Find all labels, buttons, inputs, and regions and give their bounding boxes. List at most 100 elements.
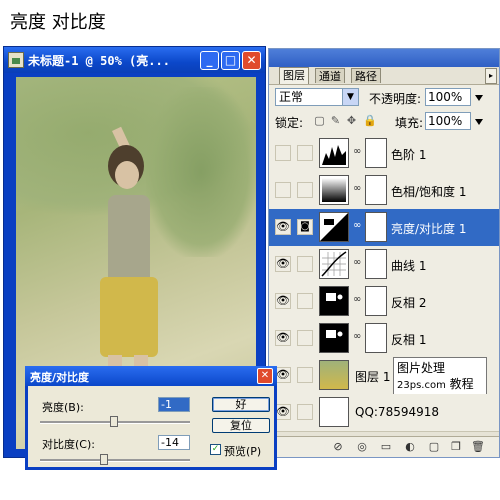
contrast-input[interactable]: -14: [158, 435, 190, 450]
visibility-toggle[interactable]: [275, 182, 291, 198]
opacity-dropdown-icon[interactable]: [475, 95, 483, 101]
chain-link-icon: ∞: [353, 294, 362, 305]
blend-mode-select[interactable]: 正常 ▼: [275, 88, 359, 106]
layer-link-toggle[interactable]: [297, 182, 313, 198]
invert-icon: [319, 323, 349, 353]
brightness-slider-thumb[interactable]: [110, 416, 118, 427]
watermark-logo: 图片处理 23ps.com 教程网: [393, 357, 487, 409]
layer-link-toggle[interactable]: [297, 256, 313, 272]
layer-name: 色相/饱和度 1: [391, 185, 467, 199]
layer-row-brightness-contrast[interactable]: 👁 ◙ ∞ 亮度/对比度 1: [269, 209, 499, 247]
brightness-contrast-icon: [319, 212, 349, 242]
contrast-slider-thumb[interactable]: [100, 454, 108, 465]
lock-position-icon[interactable]: ✥: [345, 114, 358, 127]
eye-icon[interactable]: 👁: [275, 256, 291, 272]
layer-row-levels[interactable]: ∞ 色阶 1: [269, 135, 499, 173]
layer-link-toggle[interactable]: [297, 330, 313, 346]
ok-button[interactable]: 好: [212, 397, 270, 412]
new-fill-adjustment-icon[interactable]: ◐: [403, 440, 417, 454]
layer-mask-thumb[interactable]: [365, 138, 387, 168]
eye-icon[interactable]: 👁: [275, 219, 291, 235]
new-layer-icon[interactable]: ❐: [449, 440, 463, 454]
document-title: 未标题-1 @ 50% (亮...: [28, 54, 170, 68]
dialog-title: 亮度/对比度: [30, 371, 90, 384]
new-group-icon[interactable]: ▢: [427, 440, 441, 454]
lock-pixels-icon[interactable]: ✎: [329, 114, 342, 127]
fill-input[interactable]: 100%: [425, 112, 471, 130]
opacity-label: 不透明度:: [369, 92, 422, 106]
eye-icon[interactable]: 👁: [275, 293, 291, 309]
close-button[interactable]: ✕: [242, 51, 261, 70]
preview-label[interactable]: 预览(P): [224, 443, 261, 459]
brightness-input[interactable]: -1: [158, 397, 190, 412]
tab-paths[interactable]: 路径: [351, 68, 381, 83]
girl-face: [115, 161, 139, 189]
maximize-button[interactable]: □: [221, 51, 240, 70]
layer-name: QQ:78594918: [355, 405, 440, 419]
contrast-slider-track[interactable]: [40, 459, 190, 462]
minimize-button[interactable]: _: [200, 51, 219, 70]
layer-mask-thumb[interactable]: [365, 249, 387, 279]
reset-button[interactable]: 复位: [212, 418, 270, 433]
add-layer-style-icon[interactable]: ◎: [355, 440, 369, 454]
delete-layer-icon[interactable]: 🗑: [471, 440, 485, 454]
contrast-label: 对比度(C):: [42, 438, 95, 451]
dialog-close-button[interactable]: ✕: [257, 368, 273, 384]
fill-label: 填充:: [395, 116, 424, 130]
layer-mask-thumb[interactable]: [365, 175, 387, 205]
girl-shorts: [100, 277, 158, 357]
eye-icon[interactable]: 👁: [275, 367, 291, 383]
blank-thumb: [319, 397, 349, 427]
layer-row-photo[interactable]: 👁 图层 1 图片处理 23ps.com 教程网: [269, 357, 499, 409]
dialog-titlebar[interactable]: 亮度/对比度 ✕: [25, 366, 277, 386]
chain-link-icon: ∞: [353, 220, 362, 231]
lock-all-icon[interactable]: 🔒: [363, 114, 377, 127]
opacity-input[interactable]: 100%: [425, 88, 471, 106]
layer-mask-thumb[interactable]: [365, 286, 387, 316]
layer-row-background[interactable]: 👁 QQ:78594918: [269, 394, 499, 432]
panel-menu-icon[interactable]: ▸: [485, 68, 497, 84]
document-titlebar[interactable]: 未标题-1 @ 50% (亮... _ □ ✕: [4, 47, 265, 73]
tab-layers[interactable]: 图层: [279, 67, 309, 84]
layer-row-hue-saturation[interactable]: ∞ 色相/饱和度 1: [269, 172, 499, 210]
layer-name: 曲线 1: [391, 259, 427, 273]
chain-link-icon: ∞: [353, 183, 362, 194]
curves-icon: [319, 249, 349, 279]
eye-icon[interactable]: 👁: [275, 404, 291, 420]
panel-tabs: 图层 通道 路径: [279, 67, 499, 84]
layer-name: 反相 2: [391, 296, 427, 310]
layer-row-invert-1[interactable]: 👁 ∞ 反相 1: [269, 320, 499, 358]
chain-link-icon: ∞: [353, 146, 362, 157]
layer-row-invert-2[interactable]: 👁 ∞ 反相 2: [269, 283, 499, 321]
layer-mask-thumb[interactable]: [365, 323, 387, 353]
fill-dropdown-icon[interactable]: [475, 119, 483, 125]
foliage-background-right: [146, 87, 256, 257]
layer-link-toggle[interactable]: [297, 293, 313, 309]
layer-name: 亮度/对比度 1: [391, 222, 467, 236]
visibility-toggle[interactable]: [275, 145, 291, 161]
hue-saturation-icon: [319, 175, 349, 205]
eye-icon[interactable]: 👁: [275, 330, 291, 346]
panel-titlebar[interactable]: [269, 49, 499, 67]
layers-panel: 图层 通道 路径 ▸ 正常 ▼ 不透明度: 100% 锁定: ▢ ✎ ✥ 🔒 填…: [268, 48, 500, 458]
add-mask-icon[interactable]: ▭: [379, 440, 393, 454]
layer-row-curves[interactable]: 👁 ∞ 曲线 1: [269, 246, 499, 284]
layer-mask-thumb[interactable]: [365, 212, 387, 242]
layer-link-toggle[interactable]: [297, 367, 313, 383]
preview-checkbox[interactable]: ✓: [210, 444, 221, 455]
chevron-down-icon[interactable]: ▼: [342, 89, 358, 105]
lock-transparency-icon[interactable]: ▢: [313, 114, 326, 127]
blend-mode-value: 正常: [279, 90, 304, 104]
tab-channels[interactable]: 通道: [315, 68, 345, 83]
page-heading: 亮度 对比度: [10, 12, 106, 33]
lock-label: 锁定:: [275, 116, 304, 130]
photo-thumb: [319, 360, 349, 390]
link-layers-icon[interactable]: ⊘: [331, 440, 345, 454]
layer-link-toggle[interactable]: [297, 145, 313, 161]
chain-link-icon: ∞: [353, 257, 362, 268]
layer-link-toggle[interactable]: [297, 404, 313, 420]
layer-name: 反相 1: [391, 333, 427, 347]
levels-icon: [319, 138, 349, 168]
adjustment-mask-icon[interactable]: ◙: [297, 219, 313, 235]
brightness-label: 亮度(B):: [42, 401, 84, 414]
